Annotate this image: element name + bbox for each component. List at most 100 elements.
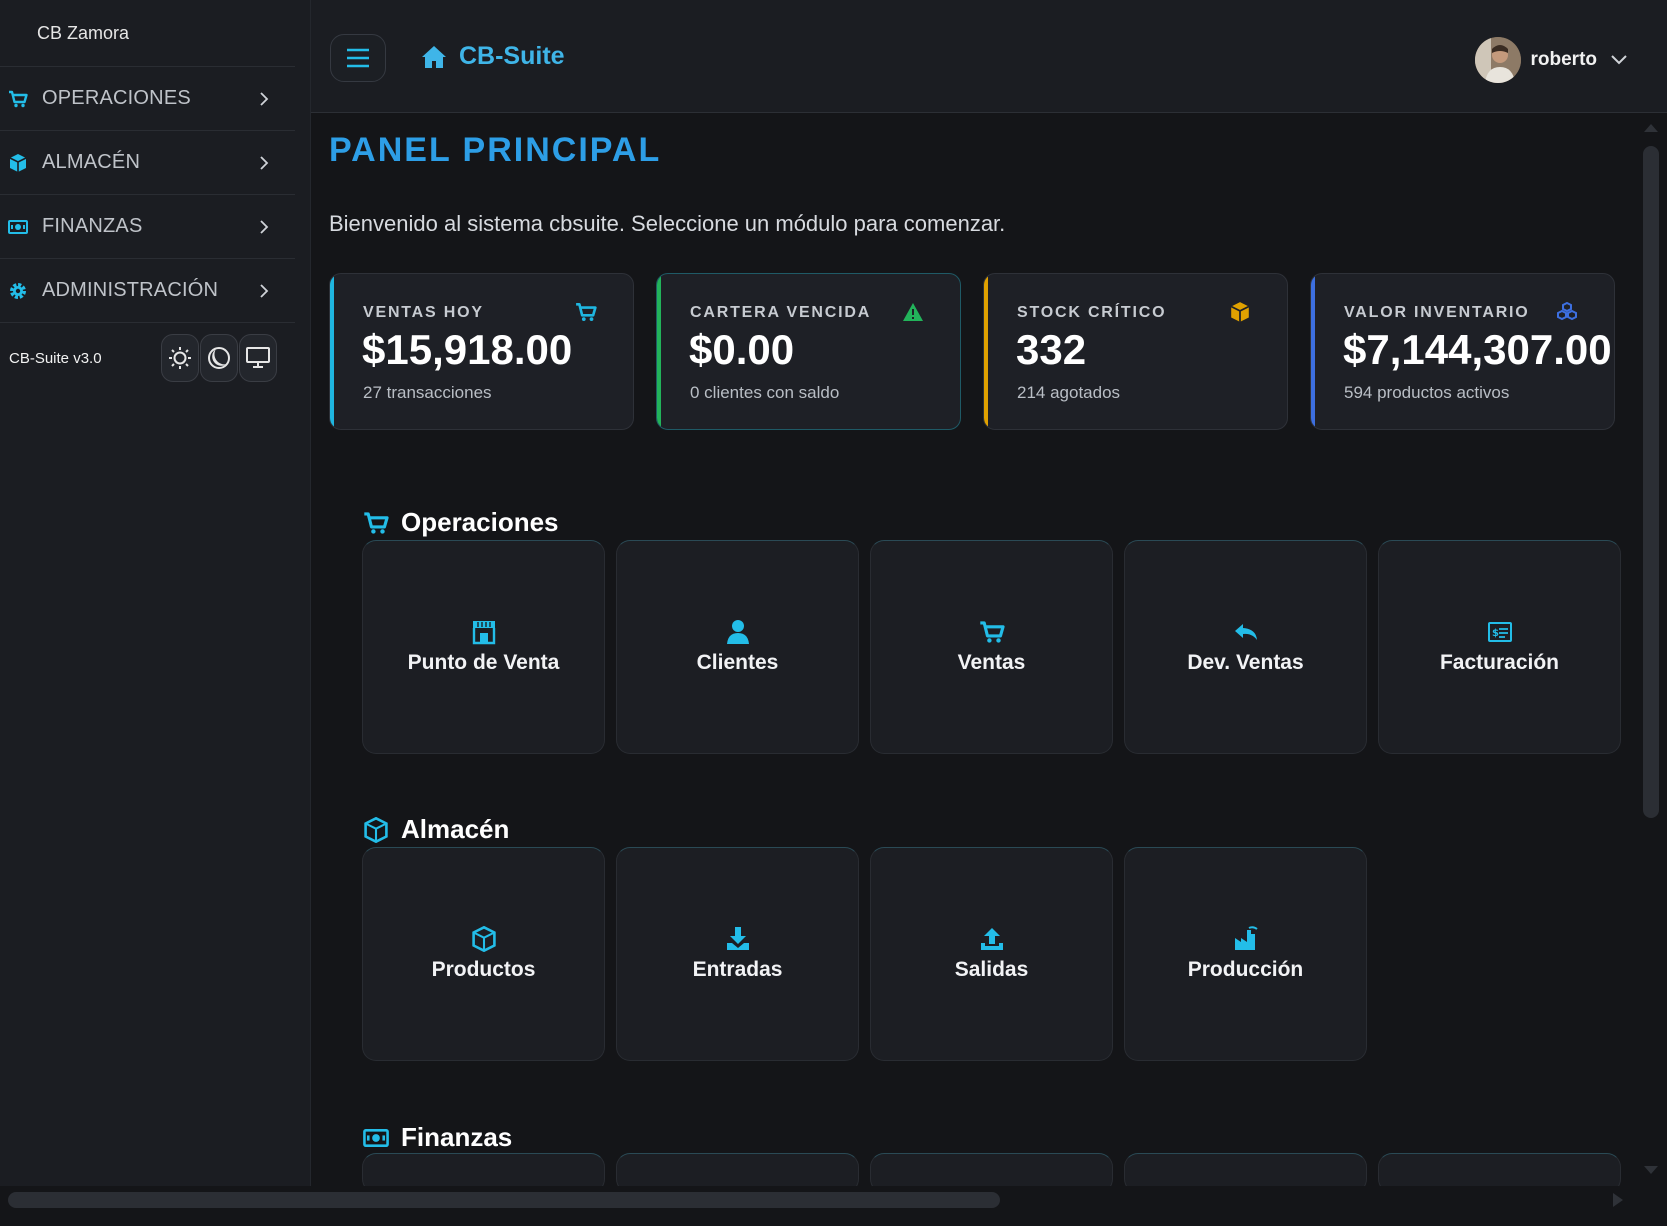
download-icon (726, 927, 749, 950)
user-menu[interactable]: roberto (1474, 37, 1628, 83)
reply-icon (1234, 624, 1257, 640)
home-link[interactable]: CB-Suite (421, 42, 565, 71)
vertical-scrollbar[interactable] (1635, 113, 1667, 1186)
stat-card-cartera-vencida: CARTERA VENCIDA $0.00 0 clientes con sal… (656, 273, 961, 430)
module-tile-punto-de-venta[interactable]: Punto de Venta (362, 540, 605, 754)
theme-dark-button[interactable] (200, 334, 238, 382)
module-tile[interactable] (870, 1153, 1113, 1186)
sidebar-item-label: FINANZAS (42, 215, 143, 237)
page-title: PANEL PRINCIPAL (329, 131, 662, 169)
stat-subtext: 594 productos activos (1344, 383, 1510, 402)
module-tile-entradas[interactable]: Entradas (616, 847, 859, 1061)
stat-label: VALOR INVENTARIO (1344, 304, 1530, 321)
module-tile-productos[interactable]: Productos (362, 847, 605, 1061)
stat-accent-bar (984, 274, 988, 429)
avatar (1474, 37, 1521, 83)
user-icon (726, 620, 749, 644)
vertical-scroll-thumb[interactable] (1643, 146, 1659, 818)
tile-label: Facturación (1439, 651, 1560, 674)
company-name: CB Zamora (0, 0, 295, 67)
module-tile-ventas[interactable]: Ventas (870, 540, 1113, 754)
menu-toggle-button[interactable] (330, 34, 386, 82)
module-tile[interactable] (1124, 1153, 1367, 1186)
sidebar-item-operaciones[interactable]: OPERACIONES (0, 67, 295, 131)
main-content: PANEL PRINCIPAL Bienvenido al sistema cb… (311, 113, 1635, 1186)
app-version: CB-Suite v3.0 (9, 349, 102, 367)
box-icon (8, 153, 28, 173)
store-icon (472, 621, 495, 645)
stat-card-ventas-hoy: VENTAS HOY $15,918.00 27 transacciones (329, 273, 634, 430)
module-tile-salidas[interactable]: Salidas (870, 847, 1113, 1061)
section-title-almacen: Almacén (363, 814, 509, 845)
invoice-icon: $ (1487, 622, 1512, 642)
stat-accent-bar (330, 274, 334, 429)
section-title-operaciones: Operaciones (363, 507, 559, 538)
horizontal-scrollbar[interactable] (0, 1186, 1667, 1226)
stat-subtext: 214 agotados (1017, 383, 1121, 402)
gear-icon (8, 281, 28, 301)
cart-icon (8, 89, 28, 109)
section-title-finanzas: Finanzas (363, 1122, 512, 1153)
upload-icon (980, 928, 1003, 950)
module-tile[interactable] (616, 1153, 859, 1186)
horizontal-scroll-thumb[interactable] (8, 1192, 1000, 1208)
welcome-text: Bienvenido al sistema cbsuite. Seleccion… (329, 211, 1006, 236)
money-icon (363, 1128, 389, 1147)
theme-system-button[interactable] (239, 334, 277, 382)
chevron-right-icon (260, 219, 269, 234)
stat-label: STOCK CRÍTICO (1017, 304, 1167, 321)
stat-accent-bar (657, 274, 661, 429)
module-tile-produccion[interactable]: Producción (1124, 847, 1367, 1061)
stat-value: $15,918.00 (362, 326, 573, 373)
sidebar-item-label: ALMACÉN (42, 151, 141, 173)
section-label: Almacén (401, 814, 510, 844)
sidebar-item-finanzas[interactable]: FINANZAS (0, 195, 295, 259)
cart-icon (576, 302, 597, 322)
box-icon (364, 816, 388, 843)
home-icon (422, 45, 446, 68)
moon-icon (208, 347, 230, 369)
stat-label: CARTERA VENCIDA (690, 304, 872, 321)
svg-text:$: $ (1492, 628, 1499, 639)
sidebar-item-almacen[interactable]: ALMACÉN (0, 131, 295, 195)
tile-label: Producción (1187, 958, 1304, 981)
chevron-right-icon (260, 155, 269, 170)
stat-subtext: 27 transacciones (363, 383, 492, 402)
scroll-down-icon (1644, 1166, 1658, 1174)
sidebar-footer: CB-Suite v3.0 (0, 323, 295, 393)
sidebar-item-administracion[interactable]: ADMINISTRACIÓN (0, 259, 295, 323)
module-tile-dev-ventas[interactable]: Dev. Ventas (1124, 540, 1367, 754)
tile-label: Clientes (696, 651, 779, 674)
stat-value: $0.00 (689, 326, 795, 373)
scroll-right-icon (1613, 1193, 1623, 1207)
sidebar-item-label: ADMINISTRACIÓN (42, 279, 219, 301)
chevron-right-icon (260, 283, 269, 298)
box-icon (471, 926, 496, 952)
cart-icon (979, 621, 1005, 643)
module-tile-clientes[interactable]: Clientes (616, 540, 859, 754)
stat-label: VENTAS HOY (363, 304, 484, 321)
theme-light-button[interactable] (161, 334, 199, 382)
sun-icon (169, 347, 191, 369)
module-tile[interactable] (1378, 1153, 1621, 1186)
brand-name: CB-Suite (459, 42, 565, 70)
tile-label: Punto de Venta (407, 651, 560, 674)
stat-accent-bar (1311, 274, 1315, 429)
top-header: CB-Suite roberto (311, 0, 1667, 113)
cart-icon (364, 511, 389, 534)
tile-label: Salidas (954, 958, 1029, 981)
stat-value: $7,144,307.00 (1343, 326, 1612, 373)
user-name: roberto (1530, 49, 1598, 70)
chevron-right-icon (260, 91, 269, 106)
scroll-up-icon (1644, 124, 1658, 132)
chevron-down-icon (1611, 55, 1627, 65)
sidebar-item-label: OPERACIONES (42, 87, 191, 109)
money-icon (8, 217, 28, 237)
tile-label: Ventas (957, 651, 1026, 674)
warning-icon (903, 303, 923, 321)
app-root: CB Zamora OPERACIONES ALMACÉN FINANZAS A… (0, 0, 1667, 1226)
module-tile-facturacion[interactable]: $ Facturación (1378, 540, 1621, 754)
hamburger-icon (347, 48, 369, 68)
module-tile[interactable] (362, 1153, 605, 1186)
section-label: Finanzas (401, 1122, 513, 1152)
